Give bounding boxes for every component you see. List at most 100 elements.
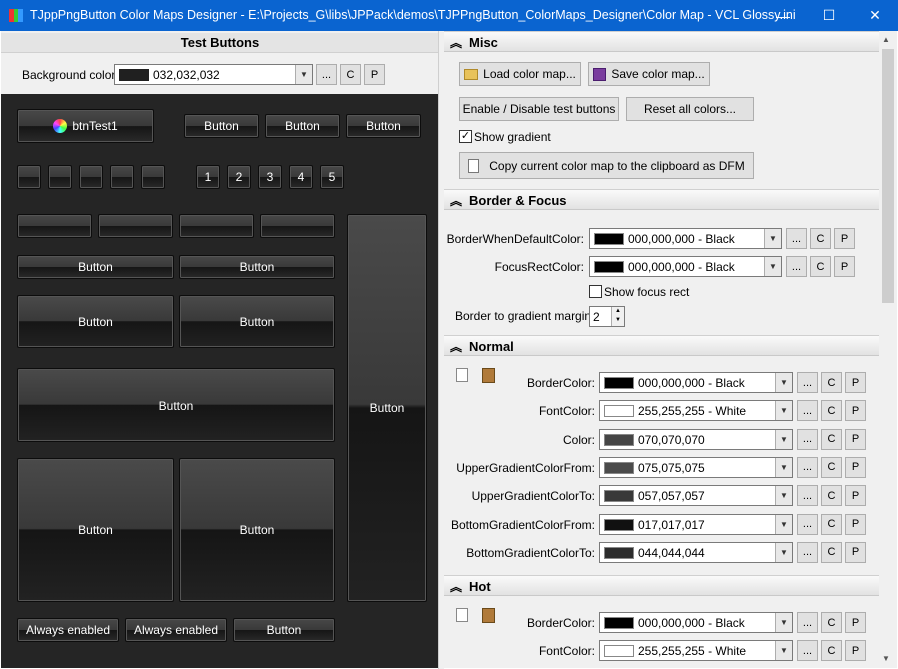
btn-test1[interactable]: btnTest1 <box>17 109 154 143</box>
color-c-button[interactable]: C <box>821 400 842 422</box>
small-test-button[interactable] <box>48 165 72 189</box>
color-p-button[interactable]: P <box>845 541 866 563</box>
wide-test-button[interactable]: Button <box>17 368 335 442</box>
color-more-button[interactable]: ... <box>797 541 818 563</box>
tall-test-button[interactable]: Button <box>347 214 427 602</box>
test-button[interactable]: Button <box>179 295 335 348</box>
load-color-map-button[interactable]: Load color map... <box>459 62 581 86</box>
color-c-button[interactable]: C <box>821 541 842 563</box>
spin-arrows-icon[interactable]: ▲ ▼ <box>611 307 624 326</box>
number-button-2[interactable]: 2 <box>227 165 251 189</box>
color-more-button[interactable]: ... <box>797 640 818 661</box>
color-prop-combo[interactable]: 017,017,017 ▼ <box>599 513 793 535</box>
chevron-down-icon[interactable]: ▼ <box>775 401 792 421</box>
color-p-button[interactable]: P <box>834 256 855 277</box>
color-c-button[interactable]: C <box>821 428 842 450</box>
color-prop-combo[interactable]: 000,000,000 - Black ▼ <box>589 228 782 249</box>
color-p-button[interactable]: P <box>845 513 866 535</box>
chevron-down-icon[interactable]: ▼ <box>775 514 792 534</box>
color-p-button[interactable]: P <box>845 372 866 393</box>
background-color-c-button[interactable]: C <box>340 64 361 85</box>
show-gradient-checkbox[interactable]: ✓ <box>459 130 472 143</box>
chevron-down-icon[interactable]: ▼ <box>775 613 792 632</box>
chevron-down-icon[interactable]: ▼ <box>775 641 792 660</box>
color-prop-combo[interactable]: 070,070,070 ▼ <box>599 428 793 450</box>
number-button-1[interactable]: 1 <box>196 165 220 189</box>
color-c-button[interactable]: C <box>821 485 842 507</box>
chevron-down-icon[interactable]: ▼ <box>764 257 781 276</box>
test-button[interactable]: Button <box>17 295 174 348</box>
color-prop-combo[interactable]: 255,255,255 - White ▼ <box>599 400 793 422</box>
chevron-down-icon[interactable]: ▼ <box>775 542 792 562</box>
color-p-button[interactable]: P <box>834 228 855 249</box>
number-button-3[interactable]: 3 <box>258 165 282 189</box>
color-c-button[interactable]: C <box>810 256 831 277</box>
chevron-down-icon[interactable]: ▼ <box>764 229 781 248</box>
small-test-button[interactable] <box>141 165 165 189</box>
color-p-button[interactable]: P <box>845 428 866 450</box>
color-prop-combo[interactable]: 000,000,000 - Black ▼ <box>599 612 793 633</box>
color-prop-combo[interactable]: 044,044,044 ▼ <box>599 541 793 563</box>
chevron-down-icon[interactable]: ▼ <box>775 429 792 449</box>
color-prop-combo[interactable]: 255,255,255 - White ▼ <box>599 640 793 661</box>
border-margin-spinedit[interactable]: 2 ▲ ▼ <box>589 306 625 327</box>
enable-disable-test-buttons[interactable]: Enable / Disable test buttons <box>459 97 619 121</box>
chevron-down-icon[interactable]: ▼ <box>295 65 312 84</box>
misc-section-header[interactable]: ︽ Misc <box>444 31 879 52</box>
test-button[interactable]: Button <box>233 618 335 642</box>
color-p-button[interactable]: P <box>845 485 866 507</box>
blank-test-button[interactable] <box>98 214 173 238</box>
color-c-button[interactable]: C <box>821 456 842 478</box>
large-test-button[interactable]: Button <box>17 458 174 602</box>
background-color-p-button[interactable]: P <box>364 64 385 85</box>
vertical-scrollbar[interactable]: ▲ ▼ <box>879 31 897 668</box>
color-c-button[interactable]: C <box>821 372 842 393</box>
color-more-button[interactable]: ... <box>797 400 818 422</box>
always-enabled-button[interactable]: Always enabled <box>125 618 227 642</box>
background-color-combo[interactable]: 032,032,032 ▼ <box>114 64 313 85</box>
save-color-map-button[interactable]: Save color map... <box>588 62 710 86</box>
color-p-button[interactable]: P <box>845 400 866 422</box>
small-test-button[interactable] <box>17 165 41 189</box>
maximize-button[interactable]: ☐ <box>806 0 852 31</box>
color-more-button[interactable]: ... <box>797 372 818 393</box>
color-p-button[interactable]: P <box>845 612 866 633</box>
color-prop-combo[interactable]: 000,000,000 - Black ▼ <box>589 256 782 277</box>
small-test-button[interactable] <box>79 165 103 189</box>
color-p-button[interactable]: P <box>845 640 866 661</box>
border-focus-section-header[interactable]: ︽ Border & Focus <box>444 189 879 210</box>
test-button[interactable]: Button <box>179 255 335 279</box>
show-focus-rect-checkbox[interactable] <box>589 285 602 298</box>
hot-section-header[interactable]: ︽ Hot <box>444 575 879 596</box>
color-p-button[interactable]: P <box>845 456 866 478</box>
large-test-button[interactable]: Button <box>179 458 335 602</box>
chevron-down-icon[interactable]: ▼ <box>775 457 792 477</box>
color-more-button[interactable]: ... <box>786 256 807 277</box>
color-c-button[interactable]: C <box>821 612 842 633</box>
scroll-down-icon[interactable]: ▼ <box>882 654 890 663</box>
color-more-button[interactable]: ... <box>797 456 818 478</box>
chevron-down-icon[interactable]: ▼ <box>775 373 792 392</box>
number-button-5[interactable]: 5 <box>320 165 344 189</box>
copy-dfm-button[interactable]: Copy current color map to the clipboard … <box>459 152 754 179</box>
color-c-button[interactable]: C <box>821 640 842 661</box>
color-prop-combo[interactable]: 000,000,000 - Black ▼ <box>599 372 793 393</box>
color-c-button[interactable]: C <box>810 228 831 249</box>
number-button-4[interactable]: 4 <box>289 165 313 189</box>
test-button[interactable]: Button <box>17 255 174 279</box>
test-button[interactable]: Button <box>265 114 340 138</box>
blank-test-button[interactable] <box>17 214 92 238</box>
color-prop-combo[interactable]: 057,057,057 ▼ <box>599 485 793 507</box>
color-more-button[interactable]: ... <box>797 612 818 633</box>
always-enabled-button[interactable]: Always enabled <box>17 618 119 642</box>
blank-test-button[interactable] <box>260 214 335 238</box>
scroll-up-icon[interactable]: ▲ <box>882 35 890 44</box>
background-color-more-button[interactable]: ... <box>316 64 337 85</box>
color-more-button[interactable]: ... <box>797 428 818 450</box>
small-test-button[interactable] <box>110 165 134 189</box>
chevron-down-icon[interactable]: ▼ <box>775 486 792 506</box>
color-prop-combo[interactable]: 075,075,075 ▼ <box>599 456 793 478</box>
color-more-button[interactable]: ... <box>797 485 818 507</box>
normal-section-header[interactable]: ︽ Normal <box>444 335 879 356</box>
color-more-button[interactable]: ... <box>797 513 818 535</box>
